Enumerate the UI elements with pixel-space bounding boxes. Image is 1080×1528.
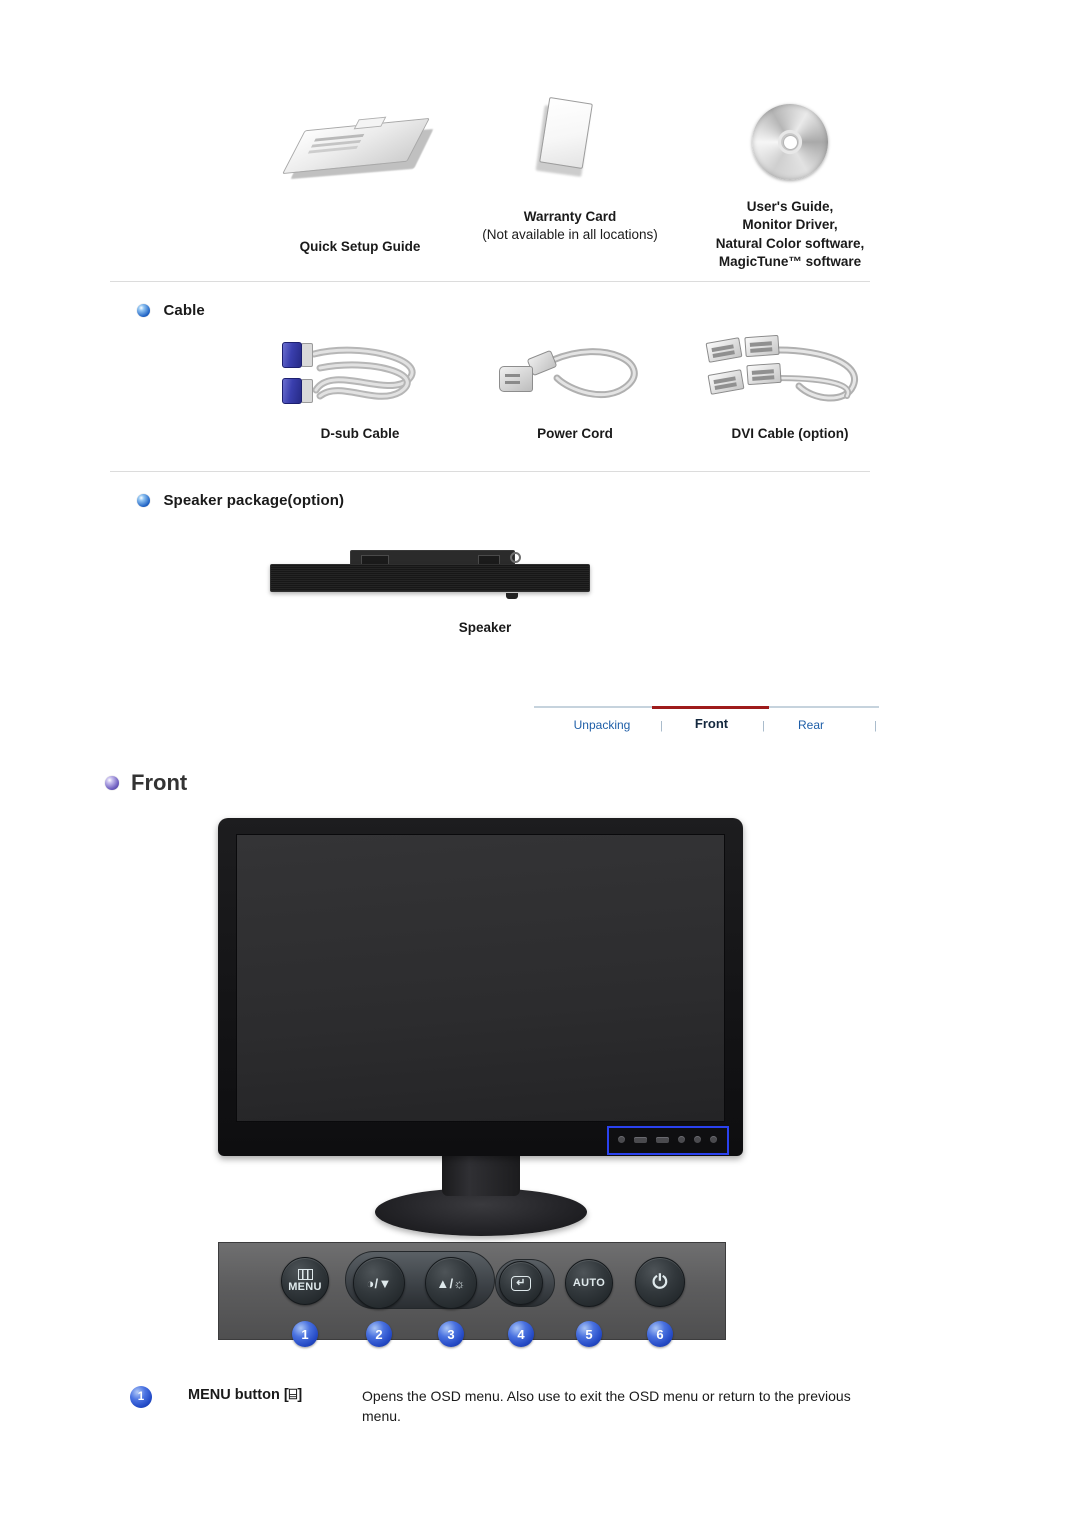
section-divider-1 [110, 281, 870, 282]
tab-separator: | [874, 720, 877, 732]
power-cord-icon [460, 330, 690, 420]
blue-sphere-bullet-icon [137, 494, 150, 508]
monitor-bezel [218, 818, 743, 1156]
speaker-figure: Speaker [110, 520, 900, 660]
tab-rear[interactable]: Rear [777, 718, 845, 732]
button-number-row: 1 2 3 4 5 6 [219, 1321, 727, 1351]
button-number-5: 5 [576, 1321, 602, 1347]
power-button[interactable]: ⏻ [635, 1257, 685, 1307]
accessory-software-cd: User's Guide, Monitor Driver, Natural Co… [680, 70, 900, 272]
cable-heading-label: Cable [163, 302, 205, 319]
tab-separator: | [660, 720, 663, 732]
auto-icon: AUTO [572, 1276, 606, 1289]
booklet-icon [255, 70, 465, 180]
tab-navigation: Unpacking | Front | Rear | [534, 706, 879, 742]
cable-item-dvi: DVI Cable (option) [670, 330, 910, 441]
power-icon: ⏻ [652, 1271, 668, 1293]
monitor-neck [441, 1154, 520, 1196]
cable-item-dsub: D-sub Cable [245, 330, 475, 441]
page-title: Front [131, 770, 188, 795]
description-label: MENU button [⌸] [188, 1387, 303, 1403]
control-panel-closeup: MENU ◑/▼ ▲/☼ ↵ AUTO ⏻ 1 2 3 4 5 6 [218, 1242, 726, 1347]
blue-sphere-bullet-icon [137, 304, 150, 318]
cable-caption: DVI Cable (option) [731, 426, 849, 441]
speaker-bar-icon [270, 550, 590, 599]
cable-section-heading: Cable [137, 302, 205, 320]
menu-button-label: MENU [288, 1281, 322, 1293]
section-divider-2 [110, 471, 870, 472]
button-number-3: 3 [438, 1321, 464, 1347]
dvi-cable-icon [670, 330, 910, 420]
auto-button[interactable]: AUTO [565, 1259, 613, 1307]
menu-button[interactable]: MENU [281, 1257, 329, 1305]
manual-page: Quick Setup Guide Warranty Card (Not ava… [0, 0, 1080, 1528]
cable-caption: D-sub Cable [320, 426, 400, 441]
monitor-screen [236, 834, 725, 1122]
accessories-row: Quick Setup Guide Warranty Card (Not ava… [110, 70, 900, 270]
tab-active-indicator [652, 706, 769, 709]
button-number-1: 1 [292, 1321, 318, 1347]
tab-front[interactable]: Front [674, 716, 749, 731]
accessory-caption-note: (Not available in all locations) [482, 227, 658, 243]
speaker-caption: Speaker [458, 620, 512, 635]
d-sub-cable-icon [245, 330, 475, 420]
accessory-quick-setup-guide: Quick Setup Guide [255, 70, 465, 256]
up-brightness-icon: ▲/☼ [436, 1275, 466, 1291]
cable-caption: Power Cord [537, 426, 613, 441]
front-section-heading: Front [105, 770, 187, 796]
accessory-caption-line-1: User's Guide, [746, 199, 834, 214]
description-text: Opens the OSD menu. Also use to exit the… [362, 1388, 851, 1424]
contrast-down-icon: ◑/▼ [366, 1275, 392, 1291]
purple-sphere-bullet-icon [105, 776, 119, 790]
enter-icon: ↵ [511, 1275, 531, 1291]
button-number-2: 2 [366, 1321, 392, 1347]
monitor-front-image [218, 818, 743, 1236]
cable-row: D-sub Cable Power Cord DVI Cable (option… [110, 330, 900, 450]
cd-disc-icon [680, 70, 900, 180]
speaker-section-heading: Speaker package(option) [137, 492, 344, 510]
warranty-card-icon [465, 70, 675, 180]
contrast-down-button[interactable]: ◑/▼ [353, 1257, 405, 1309]
speaker-heading-label: Speaker package(option) [163, 492, 345, 509]
enter-button[interactable]: ↵ [499, 1261, 543, 1305]
button-number-6: 6 [647, 1321, 673, 1347]
button-number-4: 4 [508, 1321, 534, 1347]
description-number-badge: 1 [130, 1386, 152, 1408]
accessory-caption-line-3: Natural Color software, [715, 235, 865, 251]
accessory-caption-line-4: MagicTune™ software [718, 254, 862, 270]
accessory-warranty-card: Warranty Card (Not available in all loca… [465, 70, 675, 245]
tab-unpacking[interactable]: Unpacking [552, 718, 652, 732]
tab-separator: | [762, 720, 765, 732]
monitor-controls-highlight-box [607, 1126, 729, 1155]
cable-item-power-cord: Power Cord [460, 330, 690, 441]
accessory-caption-line-2: Monitor Driver, [742, 217, 838, 233]
menu-grid-icon [297, 1269, 313, 1280]
accessory-caption-bold: Warranty Card [523, 209, 617, 224]
up-brightness-button[interactable]: ▲/☼ [425, 1257, 477, 1309]
accessory-caption: Quick Setup Guide [299, 239, 421, 254]
